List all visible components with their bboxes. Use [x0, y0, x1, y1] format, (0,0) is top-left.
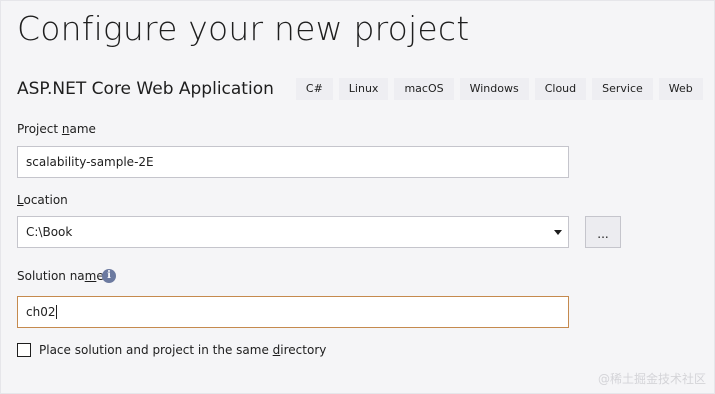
tag-windows: Windows	[459, 78, 529, 100]
project-name-input[interactable]: scalability-sample-2E	[17, 146, 569, 178]
tag-macos: macOS	[394, 78, 454, 100]
watermark: @稀土掘金技术社区	[597, 372, 706, 386]
info-icon[interactable]: i	[102, 269, 116, 283]
solution-name-value: ch02	[26, 305, 56, 319]
same-directory-option[interactable]: Place solution and project in the same d…	[17, 343, 326, 357]
solution-name-input[interactable]: ch02	[17, 296, 569, 328]
location-label: Location	[17, 193, 68, 207]
tag-linux: Linux	[338, 78, 389, 100]
same-directory-label: Place solution and project in the same d…	[39, 343, 327, 357]
same-directory-checkbox[interactable]	[17, 343, 31, 357]
text-caret	[56, 305, 58, 319]
tag-service: Service	[592, 78, 653, 100]
tag-cloud: Cloud	[534, 78, 587, 100]
solution-name-label: Solution name	[17, 269, 104, 283]
template-info: ASP.NET Core Web Application C# Linux ma…	[17, 77, 703, 101]
location-combobox[interactable]: C:\Book	[17, 216, 569, 248]
browse-location-button[interactable]: ...	[585, 216, 621, 248]
template-name: ASP.NET Core Web Application	[17, 79, 274, 99]
tag-csharp: C#	[295, 78, 333, 100]
location-value: C:\Book	[26, 225, 73, 239]
project-name-value: scalability-sample-2E	[26, 155, 154, 169]
project-name-label: Project name	[17, 122, 96, 136]
tag-web: Web	[658, 78, 703, 100]
chevron-down-icon[interactable]	[554, 230, 562, 235]
page-title: Configure your new project	[17, 9, 470, 48]
configure-project-page: Configure your new project ASP.NET Core …	[0, 0, 715, 394]
